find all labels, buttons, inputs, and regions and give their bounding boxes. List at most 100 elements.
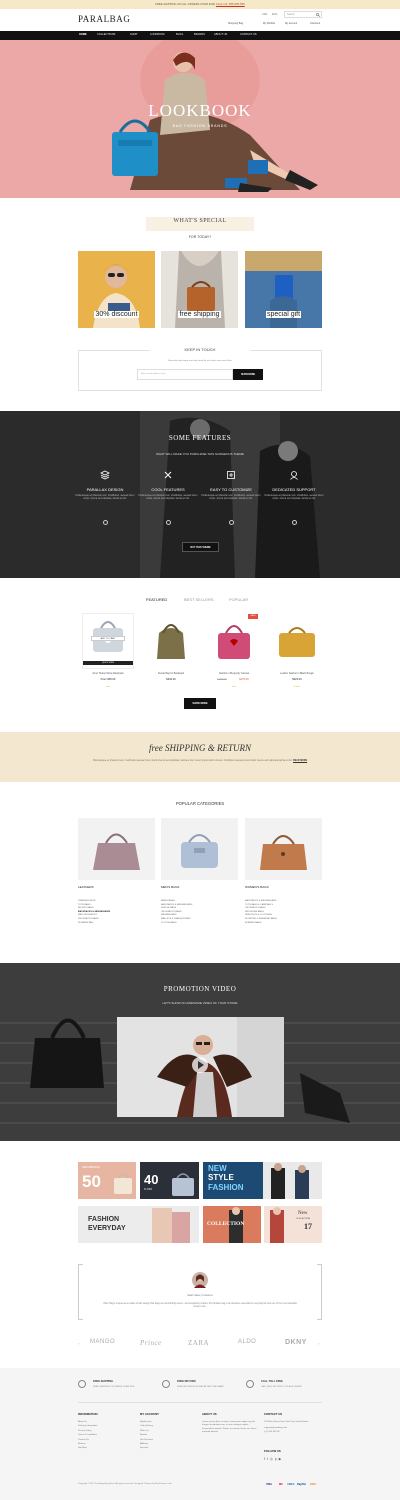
- footer-link[interactable]: Order History: [140, 1425, 153, 1427]
- category-link[interactable]: BACKPACKS & MESSENGERS: [161, 904, 192, 906]
- banner-forty-off[interactable]: 40 % OFF: [140, 1162, 199, 1199]
- play-button[interactable]: [192, 1057, 208, 1073]
- category-image-mens[interactable]: [161, 818, 238, 880]
- category-link[interactable]: SHOULDER BAGS: [245, 911, 277, 913]
- subscribe-button[interactable]: SUBSCRIBE: [233, 369, 263, 380]
- nav-home[interactable]: HOME: [79, 33, 87, 36]
- wishlist-link[interactable]: My Wishlist: [263, 22, 275, 25]
- category-link[interactable]: WRISTLETS & CLUTCHES: [245, 914, 277, 916]
- category-link[interactable]: CROSSBODY BAGS: [245, 907, 277, 909]
- footer-link[interactable]: Contact Us: [78, 1439, 97, 1441]
- category-link[interactable]: EVENING BAGS: [245, 922, 277, 924]
- brands-next-arrow[interactable]: ›: [318, 1341, 319, 1346]
- checkout-link[interactable]: Checkout: [310, 22, 320, 25]
- footer-link[interactable]: Delivery Information: [78, 1425, 97, 1427]
- banner-new-style[interactable]: NEW STYLE FASHION: [203, 1162, 322, 1199]
- contact-phone[interactable]: (+1) 555 555 55: [264, 1431, 322, 1433]
- category-image-womens[interactable]: [245, 818, 322, 880]
- footer-link[interactable]: Brands: [140, 1434, 153, 1436]
- category-link[interactable]: CLUTCH BAGS: [161, 922, 192, 924]
- product-swatches-4[interactable]: ● ● ●: [267, 685, 327, 688]
- brand-logo-2[interactable]: Prince: [140, 1339, 162, 1347]
- footer-link[interactable]: About Us: [78, 1421, 97, 1423]
- category-image-leathers[interactable]: [78, 818, 155, 880]
- category-link[interactable]: BACKPACKS & MESSENGERS: [245, 900, 277, 902]
- read-more-link[interactable]: READ MORE: [293, 760, 307, 762]
- nav-brands[interactable]: BRANDS: [194, 33, 205, 36]
- newsletter-email-input[interactable]: Enter email address here: [137, 369, 233, 380]
- footer-link[interactable]: Gift Vouchers: [140, 1439, 153, 1441]
- my-account-link[interactable]: My account: [285, 22, 297, 25]
- brands-prev-arrow[interactable]: ‹: [78, 1341, 79, 1346]
- brand-logo-3[interactable]: ZARA: [188, 1339, 209, 1347]
- shopping-bag-link[interactable]: Shopping Bag: [228, 22, 243, 25]
- category-link[interactable]: TOTE BAGS & CARRYALLS: [245, 904, 277, 906]
- category-title-mens[interactable]: MEN'S BAGS: [161, 885, 179, 889]
- product-card-4[interactable]: [271, 613, 323, 669]
- footer-link[interactable]: Wish List: [140, 1430, 153, 1432]
- product-swatches-1[interactable]: ● ●: [78, 685, 138, 688]
- promo-discount-card[interactable]: 30% discount: [78, 251, 155, 328]
- footer-link[interactable]: Specials: [140, 1447, 153, 1449]
- promo-gift-card[interactable]: special gift: [245, 251, 322, 328]
- category-link[interactable]: SPORTING & WEEKEND BAGS: [245, 918, 277, 920]
- category-link[interactable]: DUFFLE BAGS: [161, 907, 192, 909]
- footer-link[interactable]: Affiliates: [140, 1443, 153, 1445]
- category-link[interactable]: BACKPACKS & MESSENGERS: [78, 911, 110, 913]
- contact-email[interactable]: support@paralbag.com: [264, 1427, 322, 1429]
- nav-shop[interactable]: SHOP: [130, 33, 137, 36]
- product-name-2[interactable]: Suede Bag for Backpack: [141, 672, 201, 675]
- brand-logo-1[interactable]: MANGO: [90, 1339, 115, 1345]
- promo-shipping-card[interactable]: free shipping: [161, 251, 238, 328]
- tab-popular[interactable]: POPULAR: [229, 597, 248, 602]
- nav-blog[interactable]: BLOG: [176, 33, 183, 36]
- footer-link[interactable]: Terms & Conditions: [78, 1434, 97, 1436]
- youtube-icon[interactable]: ▶: [279, 1457, 284, 1461]
- tab-best-sellers[interactable]: BEST SELLERS: [184, 597, 214, 602]
- category-link[interactable]: WOMENS BAG: [78, 922, 110, 924]
- category-title-womens[interactable]: WOMEN'S BAGS: [245, 885, 269, 889]
- category-link[interactable]: TOTE BAGS: [78, 904, 110, 906]
- footer-link[interactable]: Privacy Policy: [78, 1430, 97, 1432]
- feature-more-1[interactable]: [103, 520, 108, 525]
- footer-link[interactable]: My Account: [140, 1421, 153, 1423]
- show-more-button[interactable]: SHOW MORE: [184, 698, 216, 709]
- brand-logo-5[interactable]: DKNY: [285, 1339, 307, 1346]
- banner-new-collection[interactable]: New COLLECTION 17: [264, 1206, 322, 1243]
- category-link[interactable]: TRENDING NOW: [78, 900, 110, 902]
- feature-more-3[interactable]: [229, 520, 234, 525]
- announcement-call-link[interactable]: CALL US: 555-555-555: [216, 3, 245, 6]
- language-selector[interactable]: ENG: [272, 13, 277, 16]
- category-link[interactable]: CROSSBODY BAGS: [78, 918, 110, 920]
- category-link[interactable]: BUCKET BAGS: [78, 907, 110, 909]
- add-to-cart-button[interactable]: ADD TO CART: [91, 636, 125, 641]
- site-logo[interactable]: PARALBAG: [78, 14, 130, 24]
- category-link[interactable]: WALLETS & CARDHOLDERS: [161, 918, 192, 920]
- search-icon[interactable]: [316, 13, 320, 17]
- banner-fashion-everyday[interactable]: FASHION EVERYDAY: [78, 1206, 199, 1243]
- category-link[interactable]: MINI CROSSBODY: [78, 914, 110, 916]
- product-card-1[interactable]: ADD TO CART QUICK VIEW: [82, 613, 134, 669]
- category-link[interactable]: CROSSBODY BAGS: [161, 911, 192, 913]
- currency-selector[interactable]: USD: [262, 13, 267, 16]
- footer-link[interactable]: Site Map: [78, 1447, 97, 1449]
- category-link[interactable]: MESSENGERS: [161, 914, 192, 916]
- category-link[interactable]: BRIEFCASES: [161, 900, 192, 902]
- category-title-leathers[interactable]: LEATHERS: [78, 885, 94, 889]
- nav-about[interactable]: ABOUT US: [214, 33, 227, 36]
- product-card-3[interactable]: SALE: [208, 613, 260, 669]
- quick-view-button[interactable]: QUICK VIEW: [83, 661, 133, 665]
- product-swatches-3[interactable]: ● ●: [204, 685, 264, 688]
- banner-collection[interactable]: COLLECTION: [203, 1206, 261, 1243]
- tab-featured[interactable]: FEATURED: [146, 597, 167, 602]
- brand-logo-4[interactable]: ALDO: [238, 1339, 256, 1345]
- feature-more-4[interactable]: [292, 520, 297, 525]
- nav-contact[interactable]: CONTACT US: [240, 33, 257, 36]
- nav-collections[interactable]: COLLECTIONS: [97, 33, 115, 36]
- footer-link[interactable]: Returns: [78, 1443, 97, 1445]
- feature-more-2[interactable]: [166, 520, 171, 525]
- product-name-3[interactable]: Satchel in Burgundy Canvas: [204, 672, 264, 675]
- buy-theme-button[interactable]: BUY THIS THEME: [182, 542, 219, 552]
- nav-lookbook[interactable]: LOOKBOOK: [150, 33, 165, 36]
- product-name-1[interactable]: Amet Trinket Stripe Backpack: [78, 672, 138, 675]
